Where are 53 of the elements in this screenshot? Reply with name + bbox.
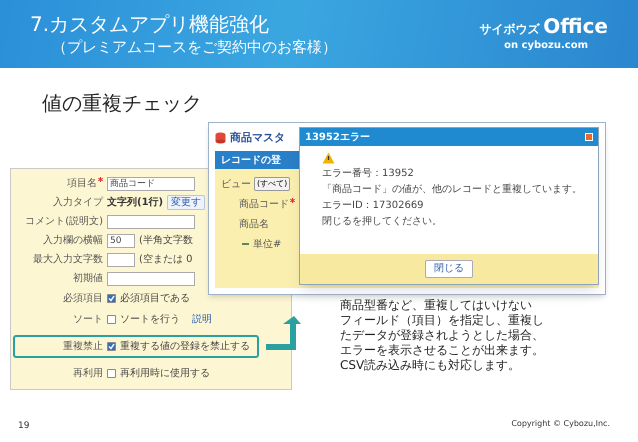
app-title: 商品マスタ bbox=[230, 130, 285, 146]
help-link[interactable]: 説明 bbox=[192, 312, 212, 327]
field-label: 入力欄の横幅 bbox=[43, 234, 103, 248]
field-label: ビュー bbox=[221, 178, 251, 192]
error-message: エラーID：17302669 bbox=[322, 199, 425, 212]
error-message: 閉じるを押してください。 bbox=[322, 215, 443, 228]
input-hint: (半角文字数 bbox=[139, 234, 193, 248]
field-label: 単位# bbox=[253, 238, 282, 252]
close-button[interactable]: 閉じる bbox=[425, 260, 473, 278]
checkbox[interactable] bbox=[107, 315, 116, 324]
change-button[interactable]: 変更す bbox=[167, 195, 206, 210]
copyright-text: Copyright © Cybozu,Inc. bbox=[511, 418, 610, 430]
checkbox[interactable] bbox=[107, 342, 116, 351]
warning-icon bbox=[322, 152, 335, 164]
error-message: 「商品コード」の値が、他のレコードと重複しています。 bbox=[322, 183, 576, 196]
view-select[interactable]: (すべて) bbox=[254, 177, 290, 191]
field-label: 再利用 bbox=[73, 366, 103, 381]
number-input[interactable] bbox=[107, 252, 135, 266]
required-icon bbox=[290, 198, 295, 202]
field-label: 項目名 bbox=[67, 177, 97, 191]
slide-title: 7.カスタムアプリ機能強化 bbox=[30, 12, 270, 36]
slide-subtitle: （プレミアムコースをご契約中のお客様） bbox=[52, 38, 337, 56]
field-label: 必須項目 bbox=[63, 292, 103, 306]
field-label: 重複禁止 bbox=[63, 340, 103, 354]
database-icon bbox=[215, 132, 226, 144]
checkbox-label[interactable]: 必須項目である bbox=[120, 291, 190, 306]
number-input[interactable]: 50 bbox=[107, 234, 135, 248]
text-input[interactable] bbox=[107, 214, 195, 228]
section-heading: 値の重複チェック bbox=[42, 90, 202, 117]
checkbox-label[interactable]: ソートを行う bbox=[120, 312, 180, 327]
text-input[interactable] bbox=[107, 272, 195, 286]
arrow-icon bbox=[266, 316, 302, 352]
checkbox-label[interactable]: 再利用時に使用する bbox=[120, 366, 210, 381]
text-input[interactable]: 商品コード bbox=[107, 176, 195, 190]
field-label: コメント(説明文) bbox=[25, 214, 103, 229]
error-message: エラー番号：13952 bbox=[322, 167, 415, 180]
input-hint: (空または 0 bbox=[139, 252, 192, 267]
field-label: ソート bbox=[73, 313, 103, 327]
required-icon bbox=[98, 177, 103, 182]
close-icon[interactable] bbox=[585, 133, 593, 141]
description-text: 商品型番など、重複してはいけない フィールド（項目）を指定し、重複し たデータが登録されようとした場合、 エラーを表示させることが出来ます。 CSV読み込み時にも対応します。 bbox=[340, 298, 544, 373]
checkbox-label[interactable]: 重複する値の登録を禁止する bbox=[120, 339, 250, 354]
field-label: 入力タイプ bbox=[53, 196, 103, 210]
logo: サイボウズ Office on cybozu.com bbox=[479, 15, 608, 53]
dialog-titlebar: 13952エラー bbox=[300, 128, 598, 146]
field-type: 文字列(1行) bbox=[107, 195, 164, 210]
checkbox[interactable] bbox=[107, 369, 116, 378]
field-label: 最大入力文字数 bbox=[33, 252, 103, 267]
checkbox[interactable] bbox=[107, 294, 116, 303]
field-label: 商品名 bbox=[239, 218, 269, 232]
field-label: 商品コード bbox=[239, 198, 289, 212]
page-number: 19 bbox=[18, 420, 30, 433]
field-label: 初期値 bbox=[73, 272, 103, 286]
